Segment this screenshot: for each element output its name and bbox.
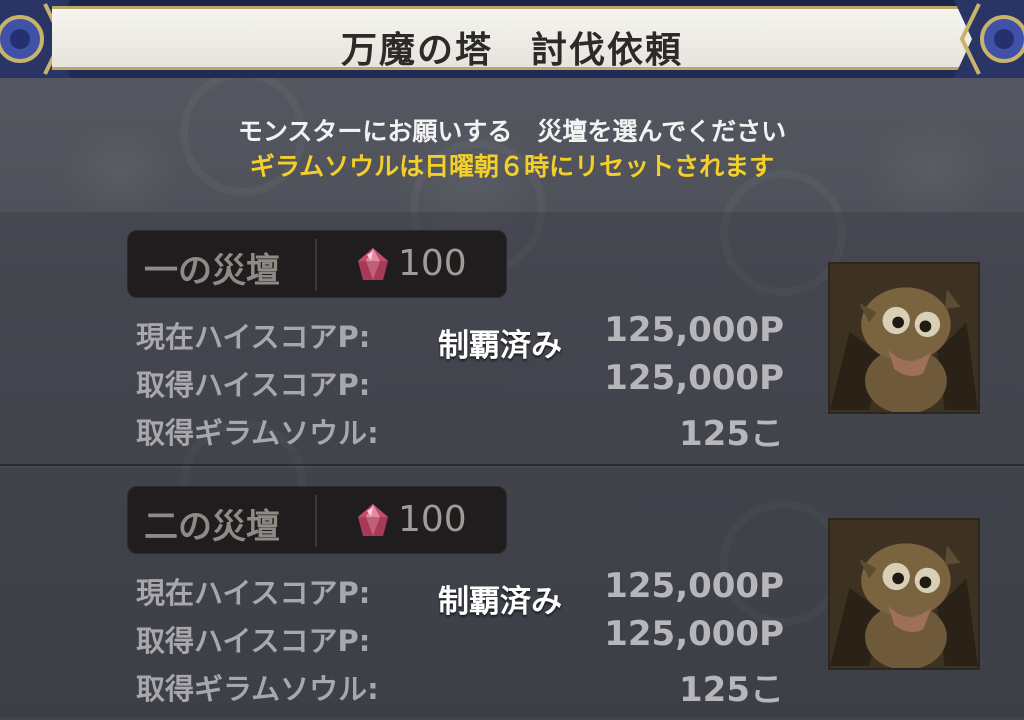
gem-cost: 100 — [398, 499, 467, 540]
obtained-soul-label: 取得ギラムソウル: — [136, 416, 379, 450]
obtained-soul-value: 125こ — [679, 670, 784, 710]
altar-card-1[interactable]: 一の災壇 100 現在ハイスコアP: 制覇済み 125,000P 取得ハイスコア… — [0, 212, 1024, 466]
instruction-text: モンスターにお願いする 災壇を選んでください — [237, 117, 787, 146]
pink-gem-icon — [358, 504, 388, 536]
title-bar: 万魔の塔 討伐依頼 — [0, 0, 1024, 78]
gem-cost: 100 — [398, 243, 467, 284]
cleared-status: 制覇済み — [438, 328, 562, 364]
altar-card-2[interactable]: 二の災壇 100 現在ハイスコアP: 制覇済み 125,000P 取得ハイスコア… — [0, 468, 1024, 720]
altar-tab: 二の災壇 100 — [127, 486, 507, 554]
obtained-highscore-value: 125,000P — [604, 614, 784, 654]
obtained-soul-value: 125こ — [679, 414, 784, 454]
current-highscore-label: 現在ハイスコアP: — [136, 576, 371, 610]
monster-portrait — [828, 262, 980, 414]
divider — [315, 495, 317, 547]
current-highscore-value: 125,000P — [604, 566, 784, 606]
altar-name: 一の災壇 — [144, 251, 280, 291]
current-highscore-value: 125,000P — [604, 310, 784, 350]
altar-tab: 一の災壇 100 — [127, 230, 507, 298]
monster-portrait — [828, 518, 980, 670]
divider — [315, 239, 317, 291]
obtained-highscore-label: 取得ハイスコアP: — [136, 624, 371, 658]
current-highscore-label: 現在ハイスコアP: — [136, 320, 371, 354]
altar-name: 二の災壇 — [144, 507, 280, 547]
reset-notice: ギラムソウルは日曜朝６時にリセットされます — [249, 152, 775, 181]
cleared-status: 制覇済み — [438, 584, 562, 620]
pink-gem-icon — [358, 248, 388, 280]
ornament-right-icon — [954, 0, 1024, 78]
obtained-highscore-value: 125,000P — [604, 358, 784, 398]
title-plate: 万魔の塔 討伐依頼 — [52, 6, 972, 71]
obtained-soul-label: 取得ギラムソウル: — [136, 672, 379, 706]
page-title: 万魔の塔 討伐依頼 — [340, 30, 683, 71]
obtained-highscore-label: 取得ハイスコアP: — [136, 368, 371, 402]
